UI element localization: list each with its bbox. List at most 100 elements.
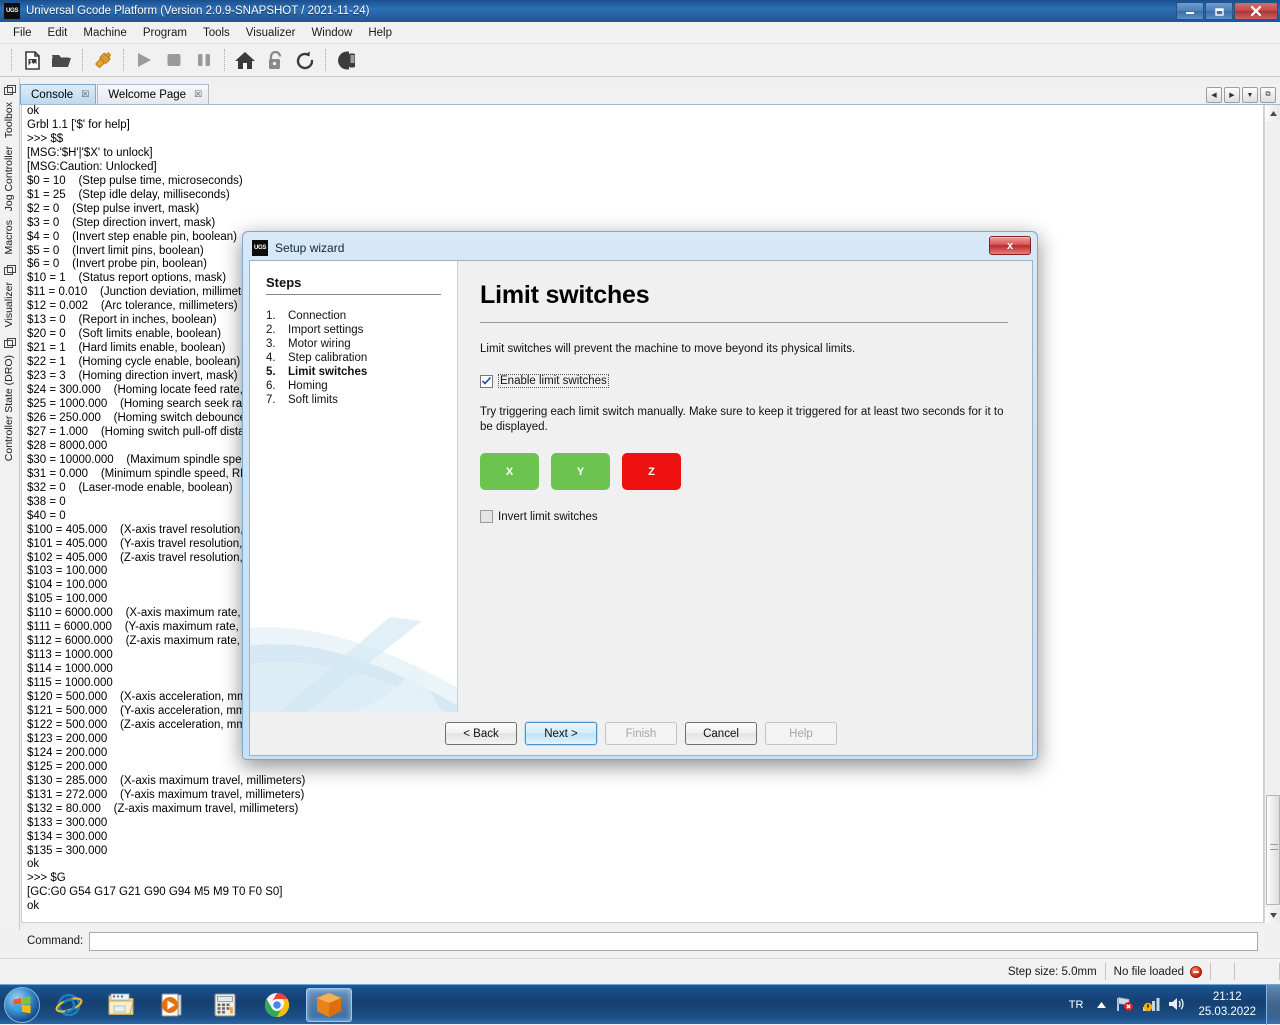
menu-window[interactable]: Window bbox=[303, 24, 360, 42]
invert-limit-switches-checkbox[interactable] bbox=[480, 510, 493, 523]
reset-icon[interactable] bbox=[290, 46, 320, 74]
setup-wizard-dialog: UGS Setup wizard x Steps 1. Connection 2… bbox=[242, 231, 1038, 760]
minimize-button[interactable] bbox=[1176, 2, 1204, 20]
menu-machine[interactable]: Machine bbox=[75, 24, 134, 42]
toolbar-separator bbox=[224, 49, 225, 71]
clock[interactable]: 21:12 25.03.2022 bbox=[1190, 990, 1264, 1020]
tab-list-dropdown-icon[interactable]: ▼ bbox=[1242, 87, 1258, 103]
internet-explorer-icon[interactable] bbox=[46, 988, 92, 1022]
menubar: File Edit Machine Program Tools Visualiz… bbox=[0, 22, 1280, 44]
toolbar-separator bbox=[123, 49, 124, 71]
ugs-app-icon[interactable] bbox=[306, 987, 352, 1022]
menu-edit[interactable]: Edit bbox=[40, 24, 76, 42]
invert-limit-switches-row[interactable]: Invert limit switches bbox=[480, 510, 1008, 523]
pause-icon[interactable] bbox=[189, 46, 219, 74]
maximize-button[interactable] bbox=[1205, 2, 1233, 20]
axis-indicator-y[interactable]: Y bbox=[551, 453, 610, 490]
axis-indicator-x[interactable]: X bbox=[480, 453, 539, 490]
dock-window-icon bbox=[0, 262, 20, 278]
wizard-step-limit-switches[interactable]: 5. Limit switches bbox=[266, 365, 441, 379]
enable-limit-switches-row[interactable]: Enable limit switches bbox=[480, 374, 1008, 388]
enable-limit-switches-label: Enable limit switches bbox=[498, 374, 609, 388]
left-dock-strip: Toolbox Jog Controller Macros Visualizer… bbox=[0, 78, 20, 930]
media-player-icon[interactable] bbox=[150, 988, 196, 1022]
sidebar-item-macros[interactable]: Macros bbox=[0, 216, 18, 258]
console-vertical-scrollbar[interactable] bbox=[1264, 105, 1280, 923]
maximize-window-icon[interactable]: ⧉ bbox=[1260, 87, 1276, 103]
show-desktop-button[interactable] bbox=[1266, 985, 1280, 1025]
toolbar-separator bbox=[325, 49, 326, 71]
scroll-up-arrow-icon[interactable] bbox=[1265, 105, 1280, 121]
status-step-size: Step size: 5.0mm bbox=[1007, 965, 1097, 978]
close-button[interactable] bbox=[1234, 2, 1278, 20]
finish-button: Finish bbox=[605, 722, 677, 745]
title-divider bbox=[480, 322, 1008, 323]
app-logo-icon: UGS bbox=[4, 3, 20, 19]
dialog-close-button[interactable]: x bbox=[989, 236, 1031, 255]
toolbar-separator bbox=[11, 49, 12, 71]
volume-icon[interactable] bbox=[1164, 996, 1190, 1015]
start-button-icon[interactable] bbox=[4, 986, 40, 1023]
network-error-icon[interactable] bbox=[1112, 996, 1138, 1015]
dialog-titlebar: UGS Setup wizard x bbox=[246, 235, 1034, 260]
no-file-indicator-icon bbox=[1190, 965, 1202, 978]
probe-icon[interactable] bbox=[331, 46, 361, 74]
steps-list: 1. Connection 2. Import settings 3. Moto… bbox=[266, 309, 441, 407]
menu-help[interactable]: Help bbox=[360, 24, 400, 42]
show-hidden-icons-arrow[interactable] bbox=[1091, 999, 1112, 1011]
step-number: 1. bbox=[266, 310, 276, 322]
google-chrome-icon[interactable] bbox=[254, 988, 300, 1022]
wizard-step-motor-wiring[interactable]: 3. Motor wiring bbox=[266, 337, 441, 351]
scrollbar-thumb[interactable] bbox=[1266, 795, 1280, 905]
dock-window-icon bbox=[0, 82, 20, 98]
new-file-icon[interactable] bbox=[17, 46, 47, 74]
calculator-icon[interactable] bbox=[202, 988, 248, 1022]
wizard-step-step-calibration[interactable]: 4. Step calibration bbox=[266, 351, 441, 365]
scroll-down-arrow-icon[interactable] bbox=[1265, 907, 1280, 923]
windows-taskbar: TR 21:12 25.03.2022 bbox=[0, 984, 1280, 1025]
sidebar-item-toolbox[interactable]: Toolbox bbox=[0, 98, 18, 142]
tab-console-close-icon[interactable]: ☒ bbox=[81, 89, 89, 100]
wizard-step-import-settings[interactable]: 2. Import settings bbox=[266, 323, 441, 337]
cancel-button[interactable]: Cancel bbox=[685, 722, 757, 745]
tab-welcome-page-close-icon[interactable]: ☒ bbox=[194, 89, 202, 100]
main-toolbar bbox=[0, 44, 1280, 77]
dialog-body: Steps 1. Connection 2. Import settings 3… bbox=[249, 260, 1033, 730]
scroll-left-icon[interactable]: ◀ bbox=[1206, 87, 1222, 103]
wizard-step-connection[interactable]: 1. Connection bbox=[266, 309, 441, 323]
menu-tools[interactable]: Tools bbox=[195, 24, 238, 42]
scroll-right-icon[interactable]: ▶ bbox=[1224, 87, 1240, 103]
menu-visualizer[interactable]: Visualizer bbox=[238, 24, 304, 42]
stop-icon[interactable] bbox=[159, 46, 189, 74]
axis-indicator-z[interactable]: Z bbox=[622, 453, 681, 490]
tray-language-indicator[interactable]: TR bbox=[1061, 999, 1092, 1011]
sidebar-item-visualizer[interactable]: Visualizer bbox=[0, 278, 18, 331]
wizard-decorative-swoosh-icon bbox=[250, 617, 457, 729]
menu-file[interactable]: File bbox=[5, 24, 40, 42]
help-button: Help bbox=[765, 722, 837, 745]
next-button[interactable]: Next > bbox=[525, 722, 597, 745]
tabbar-tools: ◀ ▶ ▼ ⧉ bbox=[1206, 87, 1276, 103]
wizard-step-homing[interactable]: 6. Homing bbox=[266, 379, 441, 393]
back-button[interactable]: < Back bbox=[445, 722, 517, 745]
toolbar-separator bbox=[82, 49, 83, 71]
sidebar-item-controller-state-dro[interactable]: Controller State (DRO) bbox=[0, 351, 18, 465]
tab-console[interactable]: Console ☒ bbox=[20, 84, 97, 104]
command-input[interactable] bbox=[89, 931, 1258, 951]
play-icon[interactable] bbox=[129, 46, 159, 74]
open-folder-icon[interactable] bbox=[47, 46, 77, 74]
command-bar: Command: bbox=[21, 928, 1264, 954]
file-explorer-icon[interactable] bbox=[98, 988, 144, 1022]
tab-welcome-page[interactable]: Welcome Page ☒ bbox=[97, 84, 210, 104]
network-signal-icon[interactable] bbox=[1138, 996, 1164, 1015]
wizard-step-soft-limits[interactable]: 7. Soft limits bbox=[266, 393, 441, 407]
sidebar-item-jog-controller[interactable]: Jog Controller bbox=[0, 142, 18, 215]
menu-program[interactable]: Program bbox=[135, 24, 195, 42]
enable-limit-switches-checkbox[interactable] bbox=[480, 374, 493, 388]
step-label: Limit switches bbox=[288, 366, 368, 378]
unlock-icon[interactable] bbox=[260, 46, 290, 74]
connect-plug-icon[interactable] bbox=[88, 46, 118, 74]
statusbar: Step size: 5.0mm No file loaded bbox=[0, 958, 1280, 984]
invert-limit-switches-label: Invert limit switches bbox=[498, 510, 598, 523]
home-icon[interactable] bbox=[230, 46, 260, 74]
